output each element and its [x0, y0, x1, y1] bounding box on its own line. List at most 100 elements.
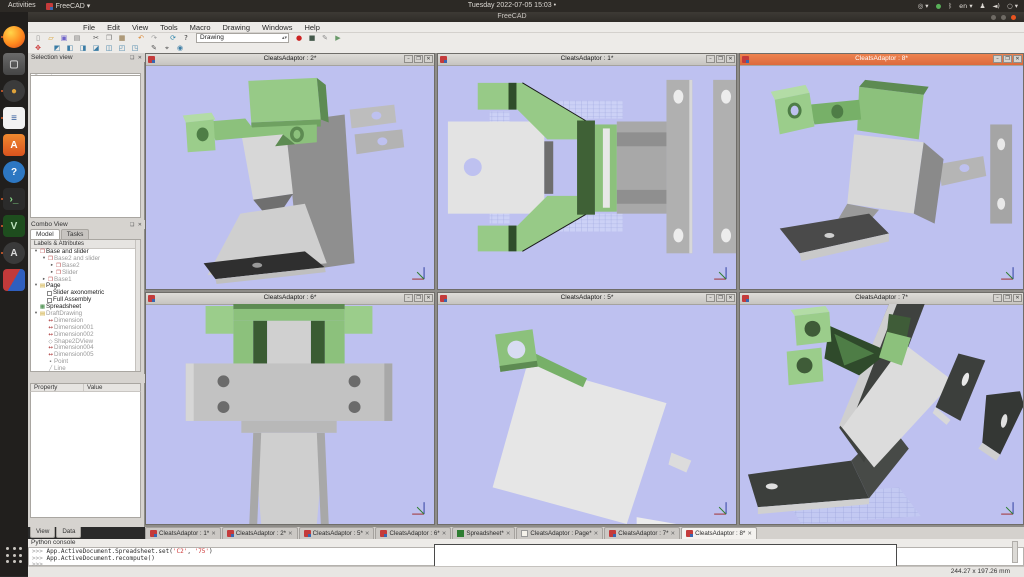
close-panel-icon[interactable]: ✕ — [138, 222, 143, 228]
macro-edit-icon[interactable]: ✎ — [319, 34, 331, 43]
clock[interactable]: Tuesday 2022-07-05 15:03 • — [0, 0, 1024, 12]
macro-play-icon[interactable]: ▶ — [332, 34, 344, 43]
maximize-button[interactable] — [1001, 15, 1006, 20]
property-table-body[interactable] — [30, 392, 141, 518]
dock-extra-app-icon[interactable] — [3, 269, 25, 291]
doc-tab-cleatsadaptor-5-[interactable]: CleatsAdaptor : 5*✕ — [299, 527, 375, 539]
restore-button[interactable]: ❐ — [414, 55, 423, 63]
dock-ubuntu-software-icon[interactable]: A — [3, 134, 25, 156]
close-button[interactable]: ✕ — [424, 294, 433, 302]
close-tab-icon[interactable]: ✕ — [670, 531, 675, 537]
restore-button[interactable]: ❐ — [716, 55, 725, 63]
tree-item-line[interactable]: ╱Line — [31, 366, 140, 372]
view-axonometric-icon[interactable]: ◩ — [51, 44, 63, 53]
tree-item-slider[interactable]: ▸❐Slider — [31, 270, 140, 277]
tray-item-3[interactable]: en ▾ — [959, 0, 972, 12]
tree-item-base2-and-slider[interactable]: ▾❐Base2 and slider — [31, 256, 140, 263]
menu-edit[interactable]: Edit — [102, 22, 125, 33]
value-column-header[interactable]: Value — [84, 384, 102, 391]
tab-model[interactable]: Model — [30, 229, 60, 239]
3d-viewport-canvas[interactable] — [438, 304, 736, 524]
tab-view[interactable]: View — [30, 527, 55, 538]
tree-item-point[interactable]: •Point — [31, 359, 140, 366]
dock-libreoffice-writer-icon[interactable]: ≡ — [3, 107, 25, 129]
dock-vim-icon[interactable]: V — [3, 215, 25, 237]
close-tab-icon[interactable]: ✕ — [288, 531, 293, 537]
doc-tab-cleatsadaptor-1-[interactable]: CleatsAdaptor : 1*✕ — [145, 527, 221, 539]
doc-tab-cleatsadaptor-page-[interactable]: CleatsAdaptor : Page*✕ — [516, 527, 603, 539]
close-panel-icon[interactable]: ✕ — [138, 55, 143, 61]
menu-drawing[interactable]: Drawing — [218, 22, 256, 33]
restore-button[interactable]: ❐ — [1003, 55, 1012, 63]
dock-archive-manager-icon[interactable]: A — [3, 242, 25, 264]
close-button[interactable]: ✕ — [1013, 55, 1022, 63]
doc-tab-spreadsheet-[interactable]: Spreadsheet*✕ — [452, 527, 515, 539]
dock-firefox-icon[interactable] — [3, 26, 25, 48]
redo-icon[interactable]: ↷ — [148, 34, 160, 43]
minimize-button[interactable]: – — [706, 55, 715, 63]
close-tab-icon[interactable]: ✕ — [594, 531, 599, 537]
tab-tasks[interactable]: Tasks — [61, 229, 90, 239]
dock-files-icon[interactable]: ▢ — [3, 53, 25, 75]
tray-item-6[interactable]: ○ ▾ — [1007, 0, 1018, 12]
view-right-icon[interactable]: ◪ — [90, 44, 102, 53]
minimize-button[interactable]: – — [706, 294, 715, 302]
tree-scrollbar[interactable] — [135, 240, 140, 371]
dock-settings-icon[interactable]: ● — [3, 80, 25, 102]
show-applications-button[interactable] — [5, 546, 25, 566]
whats-this-icon[interactable]: ? — [180, 34, 192, 43]
macro-stop-icon[interactable]: ■ — [306, 34, 318, 43]
doc-tab-cleatsadaptor-7-[interactable]: CleatsAdaptor : 7*✕ — [604, 527, 680, 539]
tree-item-base2[interactable]: ▸❐Base2 — [31, 263, 140, 270]
3d-viewport-canvas[interactable] — [740, 304, 1023, 524]
window-controls[interactable] — [991, 15, 1016, 20]
float-panel-icon[interactable]: ❏ — [130, 55, 135, 61]
menu-macro[interactable]: Macro — [185, 22, 216, 33]
new-file-icon[interactable]: ▯ — [32, 34, 44, 43]
3d-viewport-canvas[interactable] — [438, 65, 736, 289]
close-tab-icon[interactable]: ✕ — [747, 531, 752, 537]
tree-item-draftdrawing[interactable]: ▾▤DraftDrawing — [31, 311, 140, 318]
menu-help[interactable]: Help — [299, 22, 324, 33]
zoom-icon[interactable]: ⌖ — [161, 44, 173, 53]
menu-tools[interactable]: Tools — [155, 22, 183, 33]
orbit-icon[interactable]: ◉ — [174, 44, 186, 53]
close-tab-icon[interactable]: ✕ — [365, 531, 370, 537]
view-rear-icon[interactable]: ◫ — [103, 44, 115, 53]
save-icon[interactable]: ▣ — [58, 34, 70, 43]
property-column-header[interactable]: Property — [31, 384, 84, 391]
minimize-button[interactable]: – — [993, 55, 1002, 63]
refresh-icon[interactable]: ⟳ — [167, 34, 179, 43]
close-tab-icon[interactable]: ✕ — [211, 531, 216, 537]
view-bottom-icon[interactable]: ◰ — [116, 44, 128, 53]
dock-help-icon[interactable]: ? — [3, 161, 25, 183]
tray-item-0[interactable]: ◎ ▾ — [918, 0, 929, 12]
console-scrollbar[interactable] — [1012, 541, 1018, 563]
workbench-selector[interactable]: Drawing▴▾ — [196, 33, 289, 43]
tab-data[interactable]: Data — [56, 527, 81, 538]
tray-item-1[interactable]: ● — [936, 0, 942, 12]
close-button[interactable] — [1011, 15, 1016, 20]
print-icon[interactable]: ▤ — [71, 34, 83, 43]
close-tab-icon[interactable]: ✕ — [506, 531, 511, 537]
doc-tab-cleatsadaptor-6-[interactable]: CleatsAdaptor : 6*✕ — [375, 527, 451, 539]
close-button[interactable]: ✕ — [424, 55, 433, 63]
3d-viewport-canvas[interactable] — [146, 65, 434, 289]
paste-icon[interactable]: ▦ — [116, 34, 128, 43]
3d-viewport-canvas[interactable] — [146, 304, 434, 524]
close-button[interactable]: ✕ — [1013, 294, 1022, 302]
combo-view-header[interactable]: Combo View ❏ ✕ — [28, 220, 145, 229]
minimize-button[interactable]: – — [993, 294, 1002, 302]
doc-tab-cleatsadaptor-8-[interactable]: CleatsAdaptor : 8*✕ — [681, 527, 757, 539]
restore-button[interactable]: ❐ — [716, 294, 725, 302]
menu-view[interactable]: View — [127, 22, 153, 33]
tray-item-4[interactable]: ♟ — [980, 0, 986, 12]
restore-button[interactable]: ❐ — [1003, 294, 1012, 302]
minimize-button[interactable]: – — [404, 294, 413, 302]
tree-item-dimension005[interactable]: ↔Dimension005 — [31, 352, 140, 359]
doc-tab-cleatsadaptor-2-[interactable]: CleatsAdaptor : 2*✕ — [222, 527, 298, 539]
fit-all-icon[interactable]: ✥ — [32, 44, 44, 53]
selection-list[interactable] — [30, 75, 141, 218]
view-top-icon[interactable]: ◨ — [77, 44, 89, 53]
close-button[interactable]: ✕ — [726, 294, 735, 302]
